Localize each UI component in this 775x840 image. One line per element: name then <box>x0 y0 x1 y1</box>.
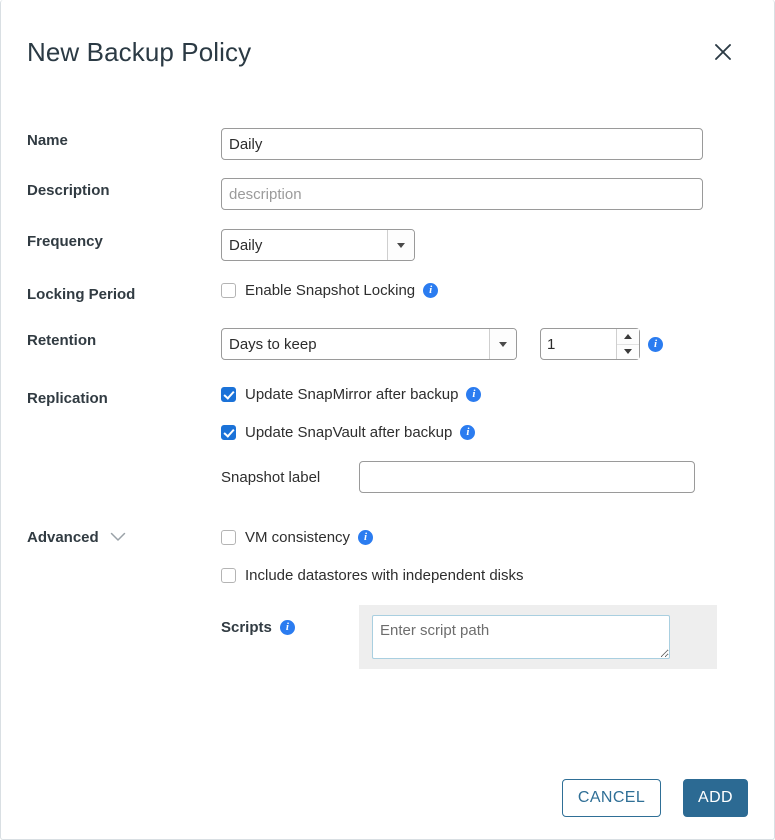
snapshot-label-caption: Snapshot label <box>221 469 359 486</box>
spacer-label <box>27 567 221 571</box>
field-row-retention: Retention Days to keep i <box>27 328 748 360</box>
spacer-label <box>27 424 221 428</box>
field-row-advanced: Advanced VM consistency i <box>27 529 748 553</box>
enable-snapshot-locking-checkbox[interactable]: Enable Snapshot Locking <box>221 282 415 299</box>
field-row-name: Name <box>27 128 748 160</box>
description-label: Description <box>27 178 221 199</box>
stepper-increment-button[interactable] <box>617 329 639 345</box>
name-label: Name <box>27 128 221 149</box>
stepper-buttons <box>616 329 639 359</box>
close-icon[interactable] <box>709 38 737 66</box>
field-row-locking-period: Locking Period Enable Snapshot Locking i <box>27 282 748 306</box>
update-snapmirror-checkbox[interactable]: Update SnapMirror after backup <box>221 386 458 403</box>
chevron-down-icon[interactable] <box>110 530 126 546</box>
snapshot-label-input[interactable] <box>359 461 695 493</box>
scripts-label: Scripts <box>221 619 272 636</box>
include-independent-disks-checkbox[interactable]: Include datastores with independent disk… <box>221 567 524 584</box>
chevron-down-icon[interactable] <box>489 329 516 359</box>
page-title: New Backup Policy <box>27 39 251 65</box>
vm-consistency-label: VM consistency <box>245 529 350 546</box>
new-backup-policy-dialog: New Backup Policy Name Description Frequ… <box>0 0 775 840</box>
update-snapvault-label: Update SnapVault after backup <box>245 424 452 441</box>
scripts-label-group: Scripts i <box>221 619 359 636</box>
name-input[interactable] <box>221 128 703 160</box>
frequency-select-value: Daily <box>222 237 387 254</box>
retention-type-select[interactable]: Days to keep <box>221 328 517 360</box>
spacer-label <box>27 605 221 609</box>
update-snapmirror-label: Update SnapMirror after backup <box>245 386 458 403</box>
dialog-footer: CANCEL ADD <box>1 757 774 839</box>
include-independent-disks-label: Include datastores with independent disk… <box>245 567 524 584</box>
info-icon[interactable]: i <box>466 387 481 402</box>
stepper-decrement-button[interactable] <box>617 345 639 360</box>
field-row-replication: Replication Update SnapMirror after back… <box>27 386 748 410</box>
checkbox-box <box>221 283 236 298</box>
script-path-input[interactable] <box>372 615 670 659</box>
replication-label: Replication <box>27 386 221 407</box>
checkbox-box <box>221 425 236 440</box>
retention-count-input[interactable] <box>541 329 616 359</box>
frequency-label: Frequency <box>27 229 221 250</box>
field-row-description: Description <box>27 178 748 210</box>
retention-type-value: Days to keep <box>222 336 489 353</box>
info-icon[interactable]: i <box>460 425 475 440</box>
dialog-body: Name Description Frequency Daily <box>1 110 774 749</box>
field-row-snapshot-label: Snapshot label <box>27 461 748 493</box>
checkbox-box <box>221 530 236 545</box>
info-icon[interactable]: i <box>358 530 373 545</box>
retention-count-stepper[interactable] <box>540 328 640 360</box>
advanced-label: Advanced <box>27 529 99 546</box>
add-button[interactable]: ADD <box>683 779 748 817</box>
retention-label: Retention <box>27 328 221 349</box>
enable-snapshot-locking-label: Enable Snapshot Locking <box>245 282 415 299</box>
cancel-button[interactable]: CANCEL <box>562 779 661 817</box>
field-row-independent-disks: Include datastores with independent disk… <box>27 567 748 591</box>
frequency-select[interactable]: Daily <box>221 229 415 261</box>
dialog-header: New Backup Policy <box>1 28 774 76</box>
description-input[interactable] <box>221 178 703 210</box>
field-row-scripts: Scripts i <box>27 605 748 669</box>
vm-consistency-checkbox[interactable]: VM consistency <box>221 529 350 546</box>
scripts-panel <box>359 605 717 669</box>
advanced-section-toggle[interactable]: Advanced <box>27 529 221 546</box>
update-snapvault-checkbox[interactable]: Update SnapVault after backup <box>221 424 452 441</box>
locking-period-label: Locking Period <box>27 282 221 303</box>
checkbox-box <box>221 568 236 583</box>
checkbox-box <box>221 387 236 402</box>
chevron-down-icon[interactable] <box>387 230 414 260</box>
spacer-label <box>27 461 221 465</box>
scripts-label-column: Scripts i <box>221 605 359 636</box>
info-icon[interactable]: i <box>280 620 295 635</box>
info-icon[interactable]: i <box>648 337 663 352</box>
field-row-frequency: Frequency Daily <box>27 229 748 261</box>
info-icon[interactable]: i <box>423 283 438 298</box>
field-row-snapvault: Update SnapVault after backup i <box>27 424 748 448</box>
